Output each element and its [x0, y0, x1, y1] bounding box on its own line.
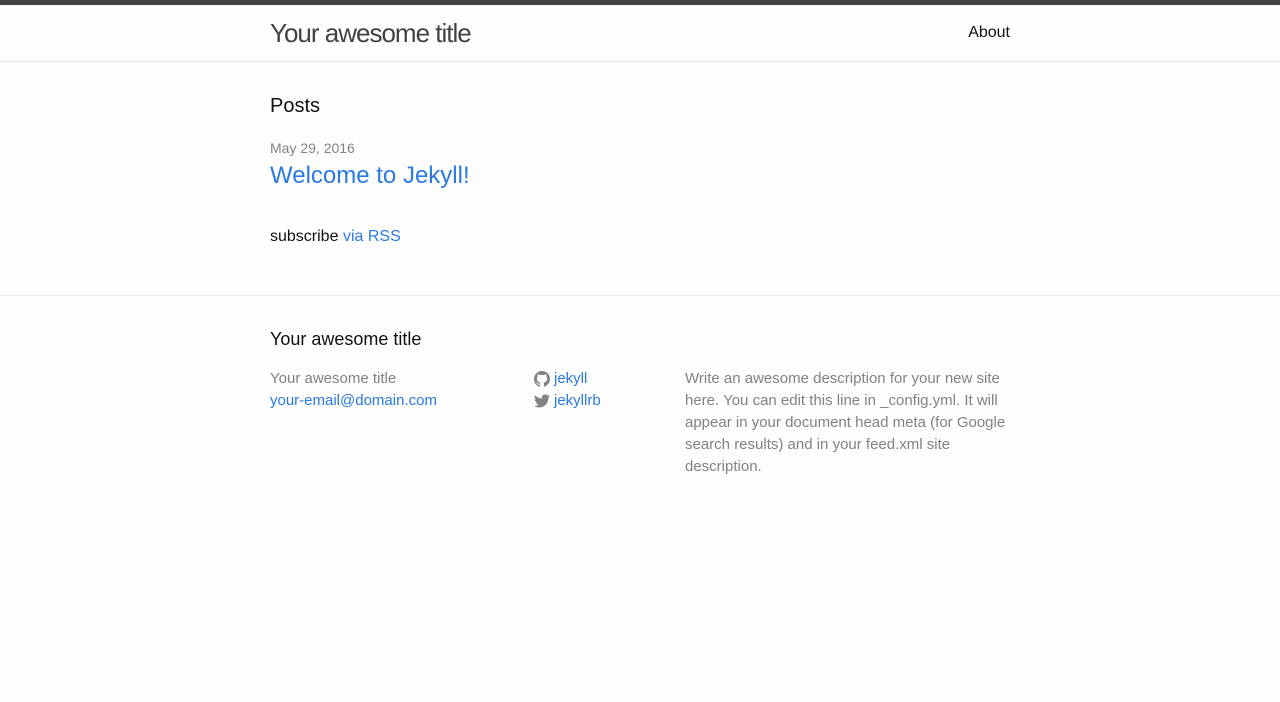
footer-site-name: Your awesome title	[270, 370, 397, 387]
social-item-github: jekyll	[534, 368, 685, 390]
footer-social-column: jekyll jekyllrb	[534, 368, 685, 478]
twitter-link[interactable]: jekyllrb	[554, 390, 601, 412]
social-item-twitter: jekyllrb	[534, 390, 685, 412]
site-header: Your awesome title About	[0, 5, 1280, 62]
post-list: May 29, 2016 Welcome to Jekyll!	[270, 140, 1010, 191]
footer-wrapper: Your awesome title Your awesome title yo…	[270, 329, 1010, 478]
content-wrapper: Posts May 29, 2016 Welcome to Jekyll! su…	[270, 95, 1010, 246]
footer-description-column: Write an awesome description for your ne…	[685, 368, 1010, 478]
footer-contact-column: Your awesome title your-email@domain.com	[270, 368, 534, 478]
post-date: May 29, 2016	[270, 140, 355, 156]
page-content: Posts May 29, 2016 Welcome to Jekyll! su…	[0, 62, 1280, 296]
footer-description: Write an awesome description for your ne…	[685, 370, 1006, 475]
rss-link[interactable]: via RSS	[343, 228, 401, 245]
nav-link-about[interactable]: About	[968, 24, 1010, 41]
site-footer: Your awesome title Your awesome title yo…	[0, 296, 1280, 478]
footer-heading: Your awesome title	[270, 329, 422, 349]
github-icon	[534, 371, 550, 387]
twitter-icon	[534, 393, 550, 409]
header-wrapper: Your awesome title About	[270, 5, 1010, 61]
github-link[interactable]: jekyll	[554, 368, 587, 390]
footer-email-link[interactable]: your-email@domain.com	[270, 392, 437, 409]
site-nav: About	[968, 5, 1010, 61]
post-title-link[interactable]: Welcome to Jekyll!	[270, 161, 1010, 191]
rss-subscribe: subscribe via RSS	[270, 228, 1010, 246]
rss-prefix: subscribe	[270, 228, 339, 245]
footer-columns: Your awesome title your-email@domain.com…	[270, 368, 1010, 478]
post-list-item: May 29, 2016 Welcome to Jekyll!	[270, 140, 1010, 191]
page-heading: Posts	[270, 95, 321, 117]
site-title-link[interactable]: Your awesome title	[270, 5, 472, 61]
